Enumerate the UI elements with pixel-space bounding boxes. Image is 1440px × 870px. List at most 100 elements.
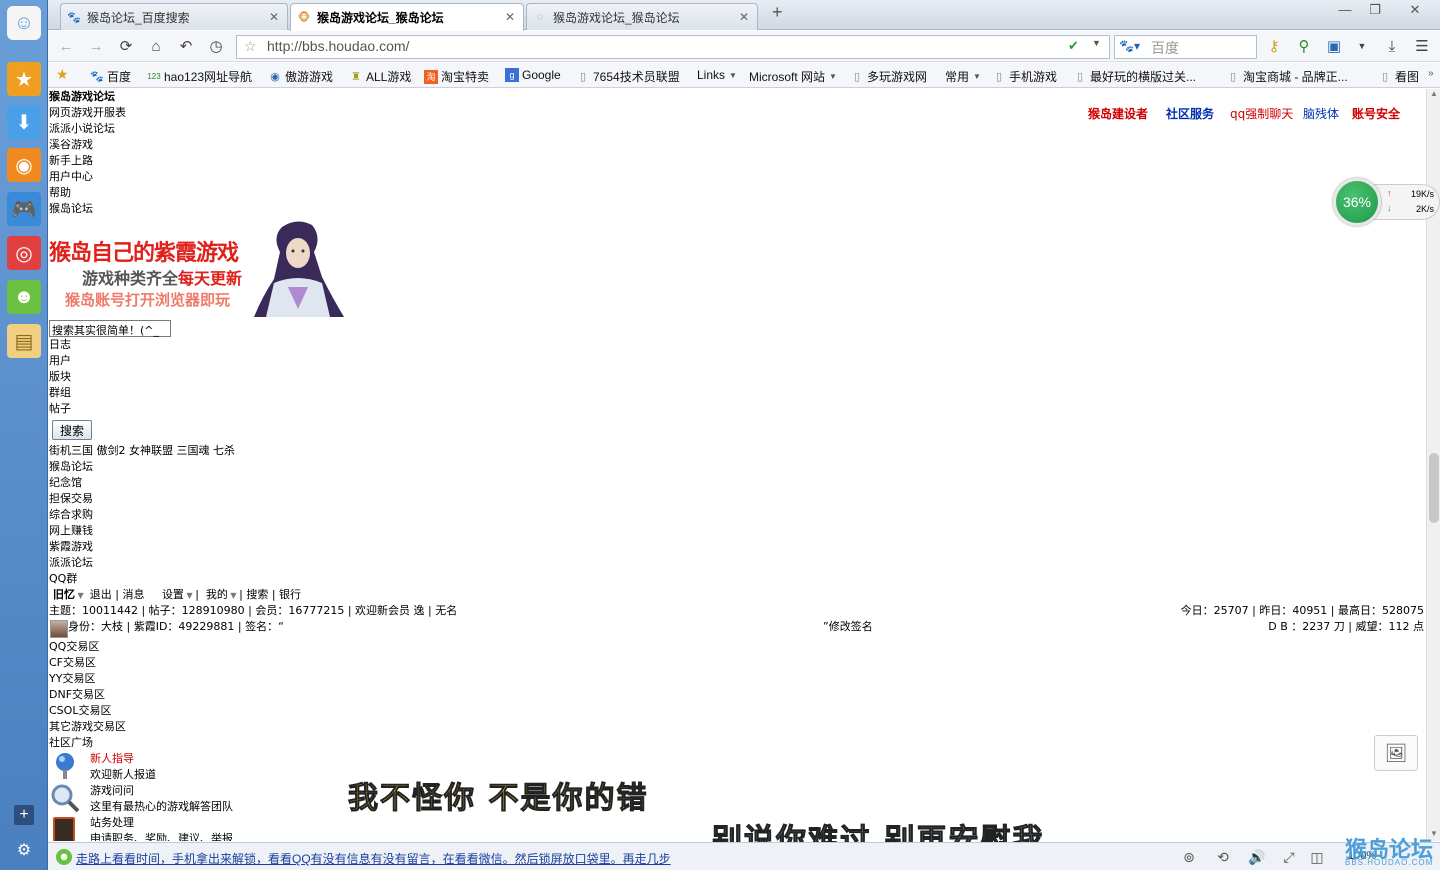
home-icon[interactable]: ⌂ [146, 36, 166, 56]
pin-green-icon[interactable]: ✔ [1068, 38, 1079, 54]
qq-chat-link[interactable]: qq强制聊天 [1230, 105, 1293, 122]
guide-title[interactable]: 站务处理 [90, 815, 134, 831]
split-view-icon[interactable]: ◫ [1308, 848, 1326, 866]
forum-link[interactable]: 网上赚钱 [49, 523, 93, 539]
username[interactable]: 旧忆 [53, 588, 75, 601]
close-window-button[interactable]: ✕ [1404, 2, 1426, 18]
bookmark-all-games[interactable]: ♜ ALL游戏 [349, 68, 411, 85]
guide-title[interactable]: 新人指导 [90, 751, 134, 767]
builder-link[interactable]: 猴岛建设者 [1088, 105, 1148, 122]
menu-item[interactable]: 新手上路 [49, 153, 93, 169]
trade-forum-link[interactable]: DNF交易区 [49, 687, 105, 703]
tab-houdao-forum-active[interactable]: 🐵 猴岛游戏论坛_猴岛论坛 ✕ [290, 3, 524, 31]
favorites-icon[interactable]: ★ [56, 66, 69, 83]
network-speed-widget[interactable]: 36% ↑ 19K/s ↓ 2K/s [1333, 178, 1440, 226]
trade-forum-link[interactable]: 其它游戏交易区 [49, 719, 126, 735]
forum-link[interactable]: 纪念馆 [49, 475, 82, 491]
my-menu[interactable]: 我的 [206, 588, 228, 601]
close-icon[interactable]: ✕ [505, 10, 515, 24]
download-icon[interactable]: ⬇ [7, 105, 41, 139]
star-icon[interactable]: ☆ [244, 38, 257, 55]
scrollbar-thumb[interactable] [1429, 453, 1439, 523]
forum-link[interactable]: QQ群 [49, 571, 77, 587]
bookmark-common[interactable]: 常用 ▼ [945, 68, 981, 85]
notes-icon[interactable]: ▤ [7, 324, 41, 358]
smile-chat-icon[interactable]: ☻ [7, 280, 41, 314]
bookmark-links[interactable]: Links ▼ [697, 68, 737, 82]
history-icon[interactable]: ◷ [206, 36, 226, 56]
scroll-up-icon[interactable]: ▲ [1430, 89, 1438, 98]
search-type-option[interactable]: 日志 [49, 337, 71, 353]
close-icon[interactable]: ✕ [739, 10, 749, 24]
forum-link[interactable]: 综合求购 [49, 507, 93, 523]
guide-title[interactable]: 游戏问问 [90, 783, 134, 799]
minimize-button[interactable]: — [1334, 2, 1356, 17]
status-text[interactable]: 走路上看看时间，手机拿出来解锁，看看QQ有没有信息有没有留言，在看看微信。然后锁… [76, 850, 671, 867]
tab-houdao-forum-loading[interactable]: ◌ 猴岛游戏论坛_猴岛论坛 ✕ [526, 3, 758, 30]
settings-menu[interactable]: 设置 [162, 588, 184, 601]
new-tab-button[interactable]: + [772, 2, 783, 23]
forum-link[interactable]: 担保交易 [49, 491, 93, 507]
dropdown-icon[interactable]: ▼ [1092, 38, 1101, 48]
weibo-icon[interactable]: ◎ [7, 236, 41, 270]
trade-forum-link[interactable]: CF交易区 [49, 655, 96, 671]
community-service-link[interactable]: 社区服务 [1166, 105, 1214, 122]
bookmark-side-scroller[interactable]: ▯ 最好玩的横版过关... [1073, 68, 1196, 85]
zixia-game-banner[interactable]: 猴岛自己的紫霞游戏 游戏种类齐全每天更新 猴岛账号打开浏览器即玩 [48, 217, 344, 319]
gear-icon[interactable]: ⚙ [14, 840, 34, 860]
more-bookmarks-icon[interactable]: » [1428, 68, 1434, 79]
tab-baidu-search[interactable]: 🐾 猴岛论坛_百度搜索 ✕ [60, 3, 288, 30]
smiley-icon[interactable]: ☺ [7, 6, 41, 40]
bookmark-duowan[interactable]: ▯ 多玩游戏网 [850, 68, 927, 85]
trade-forum-link[interactable]: YY交易区 [49, 671, 95, 687]
trade-forum-link[interactable]: CSOL交易区 [49, 703, 111, 719]
bookmark-microsoft[interactable]: Microsoft 网站 ▼ [749, 68, 837, 85]
trade-forum-link[interactable]: QQ交易区 [49, 639, 99, 655]
bookmark-baidu[interactable]: 🐾 百度 [90, 68, 131, 85]
bookmark-hao123[interactable]: 123 hao123网址导航 [147, 68, 252, 85]
search-type-option[interactable]: 版块 [49, 369, 71, 385]
menu-item[interactable]: 猴岛论坛 [49, 201, 93, 217]
menu-item[interactable]: 网页游戏开服表 [49, 105, 126, 121]
bookmark-7654[interactable]: ▯ 7654技术员联盟 [576, 68, 680, 85]
forum-link[interactable]: 紫霞游戏 [49, 539, 93, 555]
favorites-star-icon[interactable]: ★ [7, 62, 41, 96]
gamepad-icon[interactable]: 🎮 [7, 192, 41, 226]
fullscreen-icon[interactable]: ⤢ [1280, 848, 1298, 866]
bookmark-image-viewer[interactable]: ▯ 看图 [1378, 68, 1419, 85]
avatar[interactable] [50, 620, 68, 638]
baidu-engine-icon[interactable]: 🐾▾ [1119, 39, 1140, 53]
search-type-option[interactable]: 用户 [49, 353, 71, 369]
screenshot-icon[interactable]: ⟲ [1214, 848, 1232, 866]
forward-icon[interactable]: → [86, 36, 106, 56]
add-icon[interactable]: + [14, 805, 34, 825]
search-bank-links[interactable]: | 搜索 | 银行 [239, 588, 301, 601]
forum-link[interactable]: 猴岛论坛 [49, 459, 93, 475]
accelerate-icon[interactable]: ⊚ [1180, 848, 1198, 866]
bookmark-maxthon-games[interactable]: ◉ 傲游游戏 [268, 68, 333, 85]
key-icon[interactable]: ⚷ [1264, 36, 1284, 56]
download-manager-icon[interactable]: ⤓ [1382, 36, 1402, 56]
logout-messages[interactable]: 退出 | 消息 [90, 588, 145, 601]
trade-forum-link[interactable]: 社区广场 [49, 735, 93, 751]
menu-item[interactable]: 派派小说论坛 [49, 121, 115, 137]
volume-icon[interactable]: 🔊 [1248, 848, 1266, 866]
forum-link[interactable]: 派派论坛 [49, 555, 93, 571]
mars-text-link[interactable]: 脑残体 [1303, 105, 1339, 122]
search-select[interactable]: 搜索其实很简单！(^_ [49, 320, 171, 337]
main-menu-icon[interactable]: ☰ [1412, 36, 1432, 56]
menu-item[interactable]: 溪谷游戏 [49, 137, 93, 153]
menu-item[interactable]: 用户中心 [49, 169, 93, 185]
translate-icon[interactable]: ▣ [1324, 36, 1344, 56]
undo-icon[interactable]: ↶ [176, 36, 196, 56]
bookmark-taobao[interactable]: 淘淘宝特卖 [424, 68, 489, 85]
refresh-icon[interactable]: ⟳ [116, 36, 136, 56]
rss-icon[interactable]: ◉ [7, 148, 41, 182]
menu-dropdown-icon[interactable]: ▼ [1352, 36, 1372, 56]
memory-percent-badge[interactable]: 36% [1333, 178, 1381, 226]
image-toggle-button[interactable]: 🖼 [1374, 735, 1418, 771]
search-box[interactable]: 🐾▾ 百度 [1114, 35, 1257, 59]
edit-signature-link[interactable]: ”修改签名 [823, 619, 873, 635]
close-icon[interactable]: ✕ [269, 10, 279, 24]
account-security-link[interactable]: 账号安全 [1352, 105, 1400, 122]
